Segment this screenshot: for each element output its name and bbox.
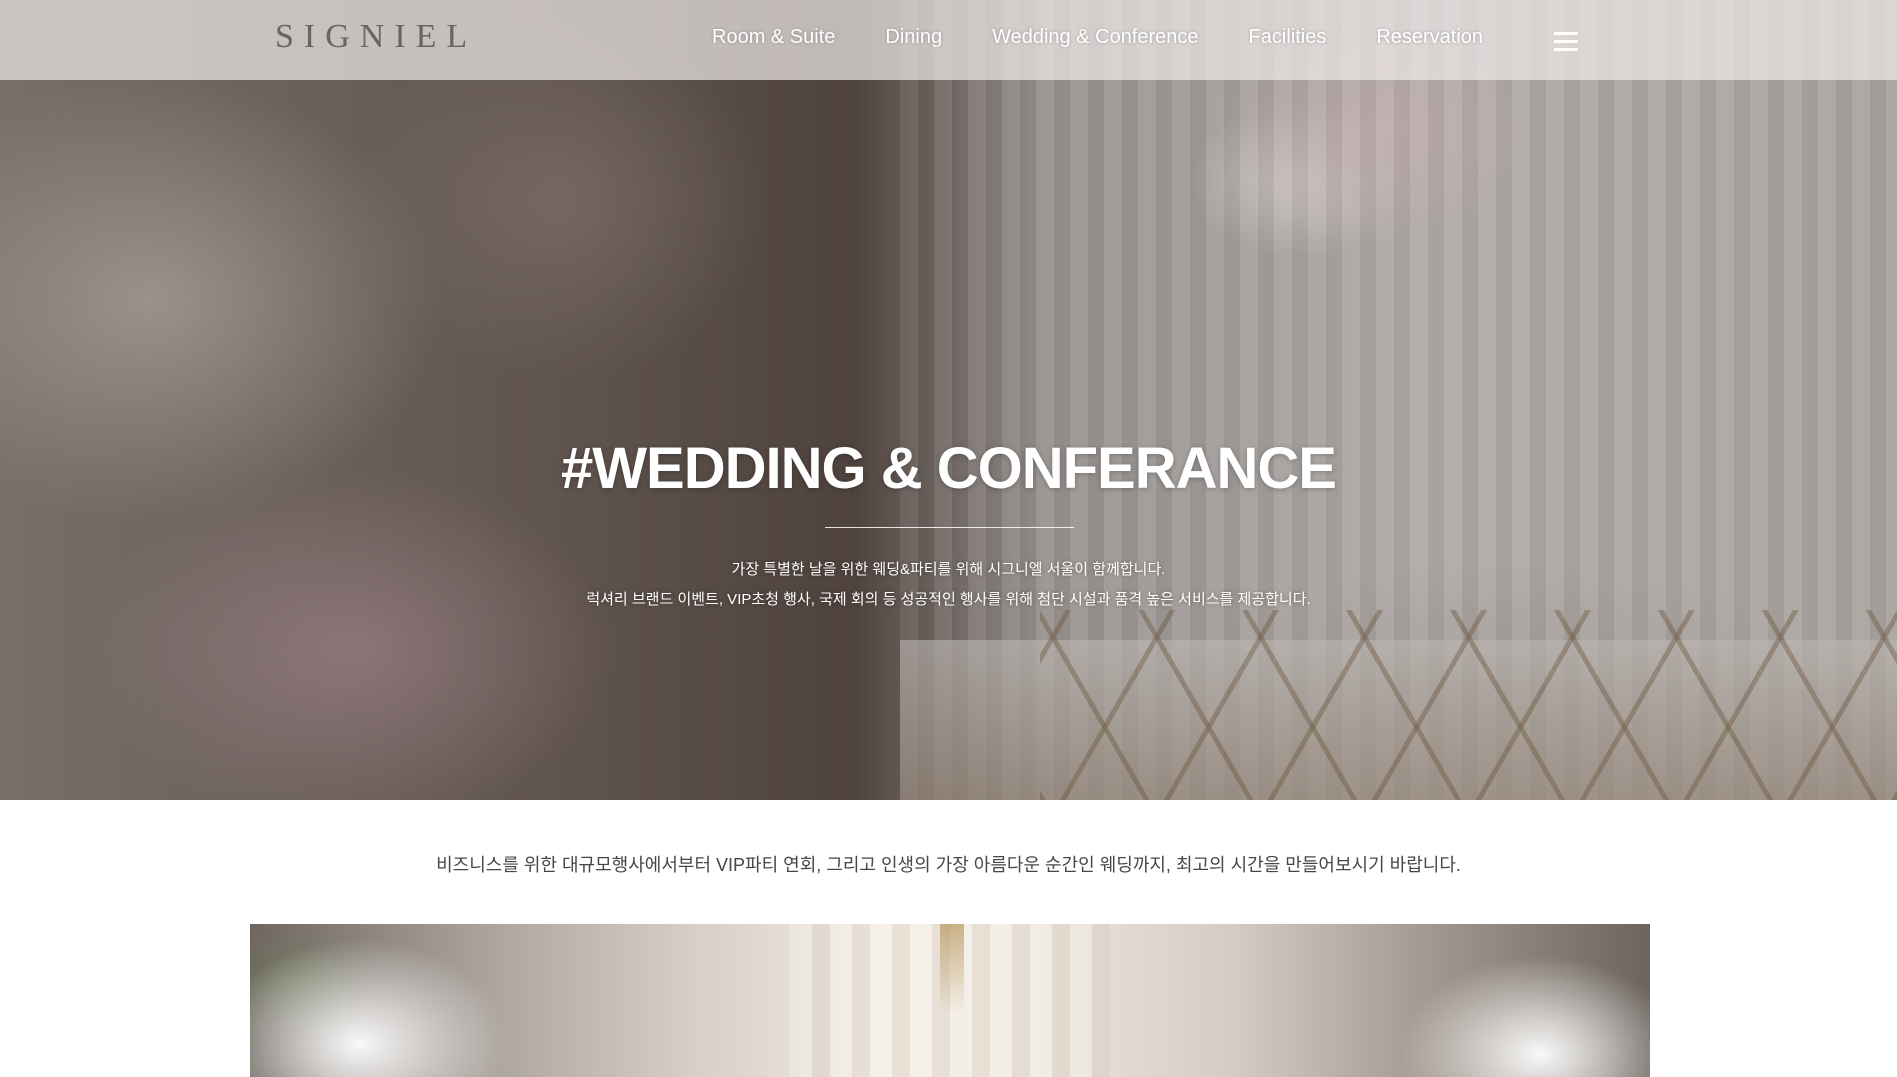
hero-description-line-2: 럭셔리 브랜드 이벤트, VIP초청 행사, 국제 회의 등 성공적인 행사를 … (586, 591, 1311, 608)
site-header: SIGNIEL Room & Suite Dining Wedding & Co… (0, 0, 1897, 80)
hall-chandelier (940, 924, 964, 1014)
nav-dining[interactable]: Dining (885, 26, 942, 49)
nav-facilities[interactable]: Facilities (1249, 26, 1327, 49)
nav-room-suite[interactable]: Room & Suite (712, 26, 835, 49)
main-nav: Room & Suite Dining Wedding & Conference… (712, 26, 1533, 49)
intro-text: 비즈니스를 위한 대규모행사에서부터 VIP파티 연회, 그리고 인생의 가장 … (436, 855, 1461, 875)
nav-wedding-conference[interactable]: Wedding & Conference (992, 26, 1198, 49)
nav-reservation[interactable]: Reservation (1376, 26, 1483, 49)
hero-description-line-1: 가장 특별한 날을 위한 웨딩&파티를 위해 시그니엘 서울이 함께합니다. (731, 561, 1166, 578)
wedding-hall-image (250, 924, 1650, 1077)
hero-title: #WEDDING & CONFERANCE (561, 436, 1337, 501)
hamburger-menu-icon[interactable] (1554, 32, 1578, 54)
signiel-logo[interactable]: SIGNIEL (275, 18, 477, 56)
hero-image: #WEDDING & CONFERANCE 가장 특별한 날을 위한 웨딩&파티… (0, 0, 1897, 800)
hero-divider (825, 527, 1074, 528)
